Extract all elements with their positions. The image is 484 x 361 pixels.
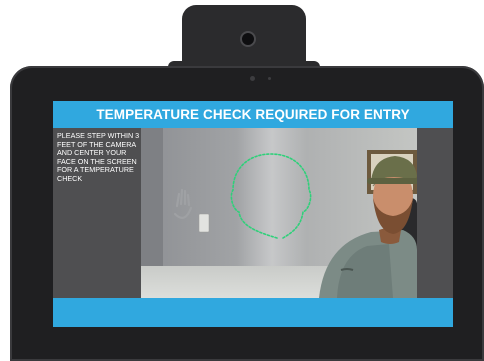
kiosk-screen: TEMPERATURE CHECK REQUIRED FOR ENTRY PLE… <box>53 101 453 327</box>
light-switch <box>198 213 210 233</box>
instructions-text: PLEASE STEP WITHIN 3 FEET OF THE CAMERA … <box>57 131 140 183</box>
ambient-sensor-dot <box>268 77 271 80</box>
footer-banner <box>53 298 453 327</box>
camera-mount <box>168 5 320 71</box>
camera-lens-icon <box>240 31 256 47</box>
front-camera-dot <box>250 76 255 81</box>
camera-feed <box>141 128 417 298</box>
page-title: TEMPERATURE CHECK REQUIRED FOR ENTRY <box>96 107 410 122</box>
right-side-panel <box>417 128 453 298</box>
title-banner: TEMPERATURE CHECK REQUIRED FOR ENTRY <box>53 101 453 128</box>
